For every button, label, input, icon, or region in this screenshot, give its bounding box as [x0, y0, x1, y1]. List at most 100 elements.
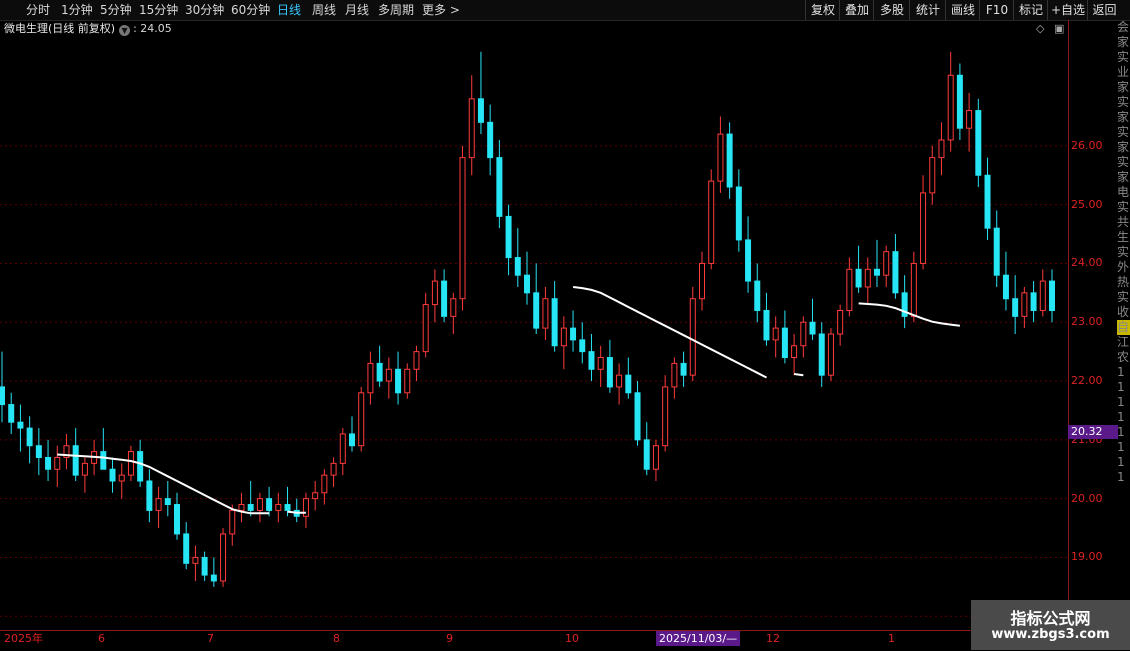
- tab-multi-period[interactable]: 多周期: [378, 0, 414, 20]
- side-text-item[interactable]: 实: [1117, 200, 1130, 215]
- side-text-item[interactable]: 外: [1117, 260, 1130, 275]
- side-text-item[interactable]: 实: [1117, 155, 1130, 170]
- tab-fenshi[interactable]: 分时: [26, 0, 50, 20]
- side-text-item[interactable]: 家: [1117, 80, 1130, 95]
- candle-body: [275, 504, 282, 511]
- side-text-item[interactable]: 业: [1117, 65, 1130, 80]
- side-text-item[interactable]: 农: [1117, 350, 1130, 365]
- candle-body: [781, 327, 788, 359]
- side-text-item[interactable]: 1: [1117, 470, 1130, 485]
- side-text-item[interactable]: 家: [1117, 170, 1130, 185]
- side-text-item[interactable]: 自: [1117, 320, 1130, 335]
- candle-body: [487, 121, 494, 159]
- side-text-item[interactable]: 江: [1117, 335, 1130, 350]
- candle-body: [459, 157, 466, 300]
- side-text-item[interactable]: 实: [1117, 290, 1130, 305]
- price-tick-label: 20.00: [1071, 491, 1103, 505]
- date-label-8: 8: [333, 632, 340, 645]
- f10-button[interactable]: F10: [979, 0, 1014, 20]
- candle-body: [791, 345, 798, 359]
- side-text-item[interactable]: 实: [1117, 125, 1130, 140]
- side-text-item[interactable]: 电: [1117, 185, 1130, 200]
- candle-body: [174, 504, 180, 535]
- tab-monthly[interactable]: 月线: [345, 0, 369, 20]
- candle-body: [54, 456, 61, 470]
- candle-body: [855, 268, 862, 288]
- tab-5min[interactable]: 5分钟: [100, 0, 132, 20]
- candlestick-chart[interactable]: [0, 38, 1068, 630]
- date-label-1: 1: [888, 632, 895, 645]
- tab-weekly[interactable]: 周线: [312, 0, 336, 20]
- side-text-item[interactable]: 家: [1117, 140, 1130, 155]
- candle-body: [874, 268, 880, 276]
- statistics-button[interactable]: 统计: [909, 0, 946, 20]
- candle-body: [920, 192, 927, 264]
- candle-body: [846, 268, 853, 311]
- price-tick-label: 23.00: [1071, 315, 1103, 329]
- candle-body: [652, 445, 659, 470]
- side-text-item[interactable]: 实: [1117, 95, 1130, 110]
- add-watchlist-button[interactable]: +自选: [1047, 0, 1088, 20]
- tab-60min[interactable]: 60分钟: [231, 0, 270, 20]
- side-text-item[interactable]: 会: [1117, 20, 1130, 35]
- layout-icon[interactable]: ▣: [1054, 22, 1064, 36]
- date-label-2025: 2025年: [4, 632, 43, 645]
- side-text-item[interactable]: 1: [1117, 455, 1130, 470]
- tab-1min[interactable]: 1分钟: [61, 0, 93, 20]
- multi-stock-button[interactable]: 多股: [873, 0, 910, 20]
- candle-body: [726, 133, 733, 188]
- date-label-10: 10: [565, 632, 579, 645]
- candle-body: [367, 362, 374, 394]
- side-text-item[interactable]: 收: [1117, 305, 1130, 320]
- candle-body: [883, 251, 890, 276]
- restore-rights-button[interactable]: 复权: [805, 0, 840, 20]
- candle-body: [505, 215, 512, 259]
- side-text-item[interactable]: 实: [1117, 50, 1130, 65]
- candle-body: [837, 309, 844, 335]
- draw-line-button[interactable]: 画线: [945, 0, 980, 20]
- candle-body: [745, 239, 752, 282]
- tab-more[interactable]: 更多 >: [422, 0, 460, 20]
- side-text-item[interactable]: 生: [1117, 230, 1130, 245]
- tab-30min[interactable]: 30分钟: [185, 0, 224, 20]
- side-text-item[interactable]: 共: [1117, 215, 1130, 230]
- candle-body: [570, 327, 577, 341]
- side-text-item[interactable]: 1: [1117, 425, 1130, 440]
- candle-body: [514, 257, 521, 276]
- candle-body: [579, 339, 586, 353]
- date-label-7: 7: [207, 632, 214, 645]
- side-text-item[interactable]: 1: [1117, 380, 1130, 395]
- candle-body: [606, 357, 613, 388]
- side-text-item[interactable]: 1: [1117, 440, 1130, 455]
- tab-15min[interactable]: 15分钟: [139, 0, 178, 20]
- candle-body: [284, 504, 291, 511]
- candle-body: [864, 268, 871, 288]
- candle-body: [164, 498, 171, 506]
- candle-body: [220, 533, 227, 582]
- candle-body: [616, 374, 623, 388]
- side-text-item[interactable]: 家: [1117, 35, 1130, 50]
- tab-daily[interactable]: 日线: [277, 0, 301, 20]
- candle-body: [966, 110, 973, 129]
- chevron-down-icon[interactable]: ▼: [119, 25, 131, 36]
- candle-body: [26, 427, 33, 447]
- indicator-value: : 24.05: [133, 22, 172, 35]
- candle-body: [634, 392, 641, 441]
- back-button[interactable]: 返回: [1087, 0, 1121, 20]
- side-text-item[interactable]: 家: [1117, 110, 1130, 125]
- diamond-icon[interactable]: ◇: [1036, 22, 1044, 36]
- candle-body: [975, 110, 982, 176]
- candle-body: [100, 451, 107, 470]
- mark-button[interactable]: 标记: [1013, 0, 1048, 20]
- candle-body: [431, 280, 438, 306]
- candle-body: [0, 386, 5, 406]
- candle-body: [450, 298, 457, 317]
- side-text-item[interactable]: 实: [1117, 245, 1130, 260]
- side-text-item[interactable]: 1: [1117, 395, 1130, 410]
- overlay-button[interactable]: 叠加: [839, 0, 874, 20]
- side-text-item[interactable]: 热: [1117, 275, 1130, 290]
- date-axis: 2025年 6 7 8 9 10 2025/11/03/— 12 1: [0, 630, 1130, 651]
- side-text-item[interactable]: 1: [1117, 365, 1130, 380]
- candle-body: [993, 227, 1000, 276]
- side-text-item[interactable]: 1: [1117, 410, 1130, 425]
